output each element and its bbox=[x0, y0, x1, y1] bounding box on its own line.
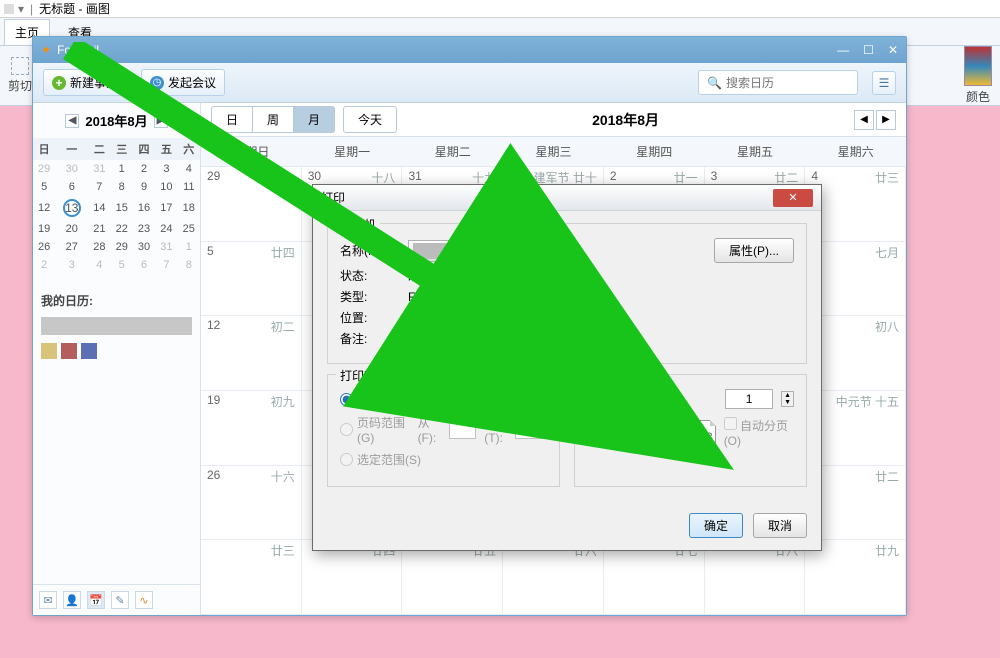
ribbon-color[interactable]: 颜色 bbox=[964, 46, 992, 105]
page-icon: 3 bbox=[674, 420, 694, 446]
plus-icon: + bbox=[52, 76, 66, 90]
cut-icon bbox=[11, 57, 29, 75]
view-week[interactable]: 周 bbox=[253, 106, 294, 133]
calendar-color-chips bbox=[41, 343, 192, 359]
calendar-title: 2018年8月 bbox=[405, 110, 846, 130]
range-all-radio[interactable]: 全部(A) bbox=[340, 391, 547, 408]
ok-button[interactable]: 确定 bbox=[689, 513, 743, 538]
copies-group-label: 份数 bbox=[583, 367, 615, 384]
status-label: 状态: bbox=[340, 267, 400, 284]
foxmail-titlebar[interactable]: ✦ Foxmail — ☐ ✕ bbox=[33, 37, 906, 63]
printer-group-label: 打印机 bbox=[336, 216, 380, 233]
print-range-group: 打印范围 全部(A) 页码范围(G) 从(F):到(T): 选定范围(S) bbox=[327, 374, 560, 487]
foxmail-toolbar: +新建事务 ◷发起会议 🔍搜索日历 ☰ bbox=[33, 63, 906, 103]
range-pages-radio: 页码范围(G) 从(F):到(T): bbox=[340, 414, 547, 445]
start-meeting-button[interactable]: ◷发起会议 bbox=[141, 69, 225, 96]
clock-icon: ◷ bbox=[150, 76, 164, 90]
search-calendar-input[interactable]: 🔍搜索日历 bbox=[698, 70, 858, 95]
printer-name-label: 名称(N): bbox=[340, 242, 400, 259]
page-icon: 2 bbox=[631, 420, 651, 446]
ribbon-cut[interactable]: 剪切 bbox=[8, 57, 32, 94]
type-label: 类型: bbox=[340, 288, 400, 305]
copies-down[interactable]: ▼ bbox=[782, 399, 793, 406]
view-segment: 日 周 月 bbox=[211, 106, 335, 133]
prev-month-button[interactable]: ◀ bbox=[854, 110, 874, 130]
notes-icon[interactable]: ✎ bbox=[111, 591, 129, 609]
paint-icon bbox=[4, 4, 14, 14]
list-view-icon[interactable]: ☰ bbox=[872, 71, 896, 95]
minimize-icon[interactable]: — bbox=[837, 43, 849, 57]
weekday-header: 星期日星期一星期二星期三星期四星期五星期六 bbox=[201, 137, 906, 167]
copies-label: 份数(C): bbox=[587, 391, 631, 408]
collate-checkbox: 自动分页(O) bbox=[724, 417, 794, 448]
next-month-button[interactable]: ▶ bbox=[876, 110, 896, 130]
mail-icon[interactable]: ✉ bbox=[39, 591, 57, 609]
paint-title-text: 无标题 - 画图 bbox=[39, 0, 110, 17]
paint-titlebar: ▾ | 无标题 - 画图 bbox=[0, 0, 1000, 18]
page-icon: 1 bbox=[609, 420, 629, 446]
cancel-button[interactable]: 取消 bbox=[753, 513, 807, 538]
printer-select[interactable] bbox=[408, 240, 554, 262]
calendar-icon[interactable]: 📅 bbox=[87, 591, 105, 609]
mini-month-label: 2018年8月 bbox=[85, 111, 147, 130]
maximize-icon[interactable]: ☐ bbox=[863, 43, 874, 57]
note-label: 备注: bbox=[340, 330, 400, 347]
contacts-icon[interactable]: 👤 bbox=[63, 591, 81, 609]
view-day[interactable]: 日 bbox=[211, 106, 253, 133]
page-icon: 2 bbox=[652, 420, 672, 446]
rss-icon[interactable]: ∿ bbox=[135, 591, 153, 609]
range-selection-radio: 选定范围(S) bbox=[340, 451, 547, 468]
mini-calendar[interactable]: 日一二三四五六293031123456789101112131415161718… bbox=[33, 138, 200, 274]
search-icon: 🔍 bbox=[707, 76, 722, 90]
page-icon: 1 bbox=[587, 420, 607, 446]
location-label: 位置: bbox=[340, 309, 400, 326]
range-group-label: 打印范围 bbox=[336, 367, 392, 384]
printer-properties-button[interactable]: 属性(P)... bbox=[714, 238, 794, 263]
status-value: 准备就绪 bbox=[408, 267, 456, 284]
foxmail-icon: ✦ bbox=[41, 43, 51, 57]
close-icon[interactable]: ✕ bbox=[888, 43, 898, 57]
color-swatch-icon bbox=[964, 46, 992, 86]
page-icon: 3 bbox=[696, 420, 716, 446]
mini-next-month[interactable]: ▶ bbox=[154, 114, 168, 128]
dialog-close-button[interactable]: ✕ bbox=[773, 189, 813, 207]
print-dialog-titlebar[interactable]: 打印 ✕ bbox=[313, 185, 821, 211]
calendar-account[interactable] bbox=[41, 317, 192, 335]
dropdown-icon[interactable]: ▾ bbox=[18, 2, 24, 16]
mini-prev-month[interactable]: ◀ bbox=[65, 114, 79, 128]
print-dialog: 打印 ✕ 打印机 名称(N): 属性(P)... 状态: 准备就绪 类型: Foxi… bbox=[312, 184, 822, 551]
sidebar-bottom-icons: ✉ 👤 📅 ✎ ∿ bbox=[33, 584, 200, 615]
print-dialog-title: 打印 bbox=[321, 189, 345, 206]
foxmail-title: Foxmail bbox=[57, 43, 99, 57]
printer-group: 打印机 名称(N): 属性(P)... 状态:准备就绪 类型:Foxit Pha… bbox=[327, 223, 807, 364]
new-task-button[interactable]: +新建事务 bbox=[43, 69, 127, 96]
today-button[interactable]: 今天 bbox=[343, 106, 397, 133]
type-value: Foxit Phantom Printer Driver bbox=[408, 290, 559, 304]
to-input bbox=[515, 421, 543, 439]
copies-input[interactable] bbox=[725, 389, 773, 409]
view-month[interactable]: 月 bbox=[294, 106, 335, 133]
calendar-sidebar: ◀ 2018年8月 ▶ 日一二三四五六293031123456789101112… bbox=[33, 103, 201, 615]
location-value: FOXIT_PDF: bbox=[408, 311, 477, 325]
copies-up[interactable]: ▲ bbox=[782, 392, 793, 399]
copies-group: 份数 份数(C):▲▼ 1 1 2 2 3 3 自动分页(O) bbox=[574, 374, 807, 487]
from-input bbox=[449, 421, 477, 439]
my-calendars-label: 我的日历: bbox=[33, 288, 200, 313]
